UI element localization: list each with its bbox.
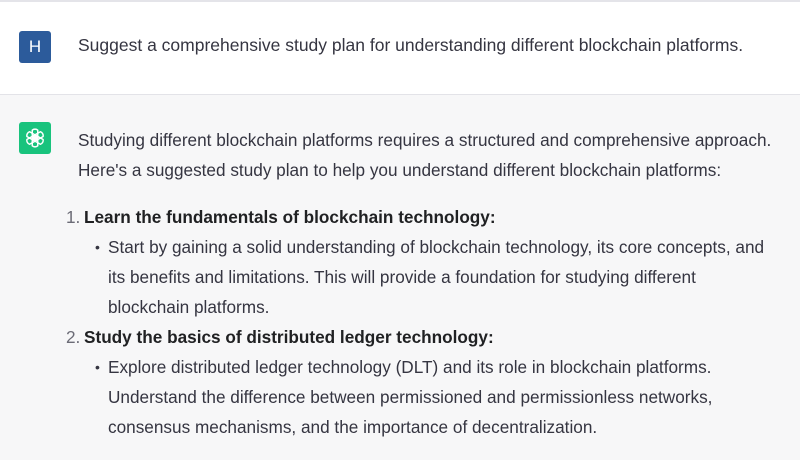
list-number: 1.	[66, 207, 81, 227]
user-avatar: H	[19, 31, 51, 63]
bullet-text-line: its benefits and limitations. This will …	[108, 267, 696, 287]
list-item-title: Learn the fundamentals of blockchain tec…	[84, 207, 496, 227]
assistant-avatar	[19, 122, 51, 154]
bullet-icon: •	[95, 359, 100, 375]
bullet-text-line: Explore distributed ledger technology (D…	[108, 357, 712, 377]
user-message-row: H Suggest a comprehensive study plan for…	[0, 2, 800, 95]
bullet-text-line: Understand the difference between permis…	[108, 387, 713, 407]
bullet-text-line: consensus mechanisms, and the importance…	[108, 417, 598, 437]
openai-logo-icon	[26, 128, 44, 148]
list-number: 2.	[66, 327, 81, 347]
user-message-text: Suggest a comprehensive study plan for u…	[78, 35, 744, 55]
intro-line: Studying different blockchain platforms …	[78, 130, 772, 150]
list-item: 2. Study the basics of distributed ledge…	[66, 322, 794, 442]
bullet-text-line: blockchain platforms.	[108, 297, 270, 317]
list-item: 1. Learn the fundamentals of blockchain …	[66, 202, 794, 322]
assistant-intro: Studying different blockchain platforms …	[78, 125, 794, 185]
intro-line: Here's a suggested study plan to help yo…	[78, 160, 722, 180]
list-item-title: Study the basics of distributed ledger t…	[84, 327, 494, 347]
assistant-message-content: Studying different blockchain platforms …	[66, 125, 794, 442]
bullet-point: • Explore distributed ledger technology …	[95, 352, 794, 442]
assistant-message-row: Studying different blockchain platforms …	[0, 95, 800, 460]
bullet-text-line: Start by gaining a solid understanding o…	[108, 237, 765, 257]
bullet-point: • Start by gaining a solid understanding…	[95, 232, 794, 322]
bullet-icon: •	[95, 239, 100, 255]
